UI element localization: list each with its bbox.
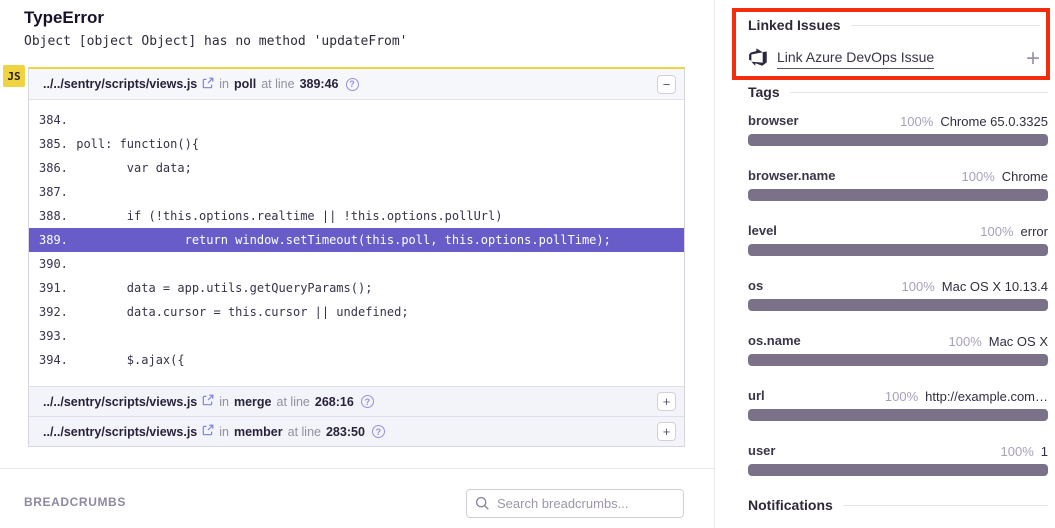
code-line: 390.: [29, 252, 684, 276]
external-link-icon[interactable]: [202, 424, 214, 439]
tag-row: os 100% Mac OS X 10.13.4: [748, 273, 1048, 328]
help-icon[interactable]: ?: [361, 395, 374, 408]
tag-percent: 100%: [949, 334, 982, 349]
tag-key[interactable]: os: [748, 278, 763, 293]
azure-devops-icon: [748, 47, 768, 72]
tag-row: browser.name 100% Chrome: [748, 163, 1048, 218]
code-line: 385. poll: function(){: [29, 132, 684, 156]
sidebar-divider: [714, 0, 715, 528]
code-line: 392. data.cursor = this.cursor || undefi…: [29, 300, 684, 324]
add-linked-issue-button[interactable]: +: [1026, 49, 1040, 69]
tag-distribution-bar[interactable]: [748, 244, 1048, 256]
section-divider: [0, 468, 714, 469]
search-breadcrumbs-input[interactable]: [466, 489, 684, 518]
tag-percent: 100%: [885, 389, 918, 404]
frame-line-number: 268:16: [315, 395, 354, 409]
code-line: 386. var data;: [29, 156, 684, 180]
frame-in-label: in: [219, 395, 229, 409]
heading-rule: [851, 25, 1040, 26]
code-context: 384. 385. poll: function(){ 386. var dat…: [29, 100, 684, 386]
tag-distribution-bar[interactable]: [748, 299, 1048, 311]
tag-distribution-bar[interactable]: [748, 354, 1048, 366]
tag-value: error: [1021, 224, 1048, 239]
issue-detail-page: TypeError Object [object Object] has no …: [0, 0, 1055, 528]
frame-line-number: 389:46: [300, 77, 339, 91]
linked-issues-row: Link Azure DevOps Issue +: [748, 46, 1048, 72]
link-azure-devops-issue-link[interactable]: Link Azure DevOps Issue: [777, 49, 934, 69]
code-line: 391. data = app.utils.getQueryParams();: [29, 276, 684, 300]
breadcrumbs-heading: BREADCRUMBS: [24, 495, 126, 509]
tag-value: http://example.com…: [925, 389, 1048, 404]
frame-file-path[interactable]: ../../sentry/scripts/views.js: [43, 77, 197, 91]
external-link-icon[interactable]: [202, 394, 214, 409]
collapse-frame-button[interactable]: −: [657, 75, 676, 94]
tag-row: os.name 100% Mac OS X: [748, 328, 1048, 383]
frame-atline-label: at line: [277, 395, 310, 409]
code-line: 394. $.ajax({: [29, 348, 684, 372]
tag-percent: 100%: [900, 114, 933, 129]
frame-file-path[interactable]: ../../sentry/scripts/views.js: [43, 395, 197, 409]
tag-key[interactable]: user: [748, 443, 775, 458]
tag-key[interactable]: browser.name: [748, 168, 835, 183]
tag-distribution-bar[interactable]: [748, 464, 1048, 476]
frame-header-merge[interactable]: ../../sentry/scripts/views.js in merge a…: [29, 386, 684, 416]
frame-in-label: in: [219, 425, 229, 439]
code-line: 393.: [29, 324, 684, 348]
frame-header-member[interactable]: ../../sentry/scripts/views.js in member …: [29, 416, 684, 446]
tag-key[interactable]: level: [748, 223, 777, 238]
tag-row: url 100% http://example.com…: [748, 383, 1048, 438]
frame-line-number: 283:50: [326, 425, 365, 439]
error-title: TypeError: [24, 8, 104, 28]
code-line: 384.: [29, 108, 684, 132]
tag-row: user 100% 1: [748, 438, 1048, 493]
heading-rule: [843, 505, 1048, 506]
tag-key[interactable]: browser: [748, 113, 799, 128]
tag-distribution-bar[interactable]: [748, 134, 1048, 146]
search-icon: [475, 496, 490, 511]
frame-function-name: merge: [234, 395, 272, 409]
frame-atline-label: at line: [288, 425, 321, 439]
tag-percent: 100%: [962, 169, 995, 184]
expand-frame-button[interactable]: +: [657, 392, 676, 411]
tag-row: browser 100% Chrome 65.0.3325: [748, 108, 1048, 163]
linked-issues-heading: Linked Issues: [748, 17, 1040, 33]
stack-trace-frame: ../../sentry/scripts/views.js in poll at…: [28, 67, 685, 447]
error-message: Object [object Object] has no method 'up…: [24, 34, 408, 49]
tag-value: Mac OS X: [989, 334, 1048, 349]
help-icon[interactable]: ?: [372, 425, 385, 438]
heading-rule: [790, 92, 1048, 93]
breadcrumbs-search: [466, 489, 684, 518]
tag-row: level 100% error: [748, 218, 1048, 273]
frame-function-name: poll: [234, 77, 256, 91]
frame-file-path[interactable]: ../../sentry/scripts/views.js: [43, 425, 197, 439]
code-line: 388. if (!this.options.realtime || !this…: [29, 204, 684, 228]
tag-key[interactable]: url: [748, 388, 765, 403]
help-icon[interactable]: ?: [346, 78, 359, 91]
language-badge: JS: [3, 65, 25, 87]
notifications-heading: Notifications: [748, 497, 1048, 513]
expand-frame-button[interactable]: +: [657, 422, 676, 441]
tag-value: Mac OS X 10.13.4: [942, 279, 1048, 294]
tags-heading: Tags: [748, 84, 1048, 100]
tag-percent: 100%: [902, 279, 935, 294]
tag-distribution-bar[interactable]: [748, 189, 1048, 201]
tag-value: 1: [1041, 444, 1048, 459]
tags-list: browser 100% Chrome 65.0.3325 browser.nam…: [748, 108, 1048, 493]
tag-distribution-bar[interactable]: [748, 409, 1048, 421]
frame-header-poll[interactable]: ../../sentry/scripts/views.js in poll at…: [29, 69, 684, 100]
code-line-highlighted: 389. return window.setTimeout(this.poll,…: [29, 228, 684, 252]
tag-value: Chrome 65.0.3325: [940, 114, 1048, 129]
frame-function-name: member: [234, 425, 283, 439]
tag-percent: 100%: [1001, 444, 1034, 459]
tag-percent: 100%: [980, 224, 1013, 239]
external-link-icon[interactable]: [202, 77, 214, 92]
frame-in-label: in: [219, 77, 229, 91]
code-line: 387.: [29, 180, 684, 204]
frame-atline-label: at line: [261, 77, 294, 91]
tag-value: Chrome: [1002, 169, 1048, 184]
tag-key[interactable]: os.name: [748, 333, 801, 348]
